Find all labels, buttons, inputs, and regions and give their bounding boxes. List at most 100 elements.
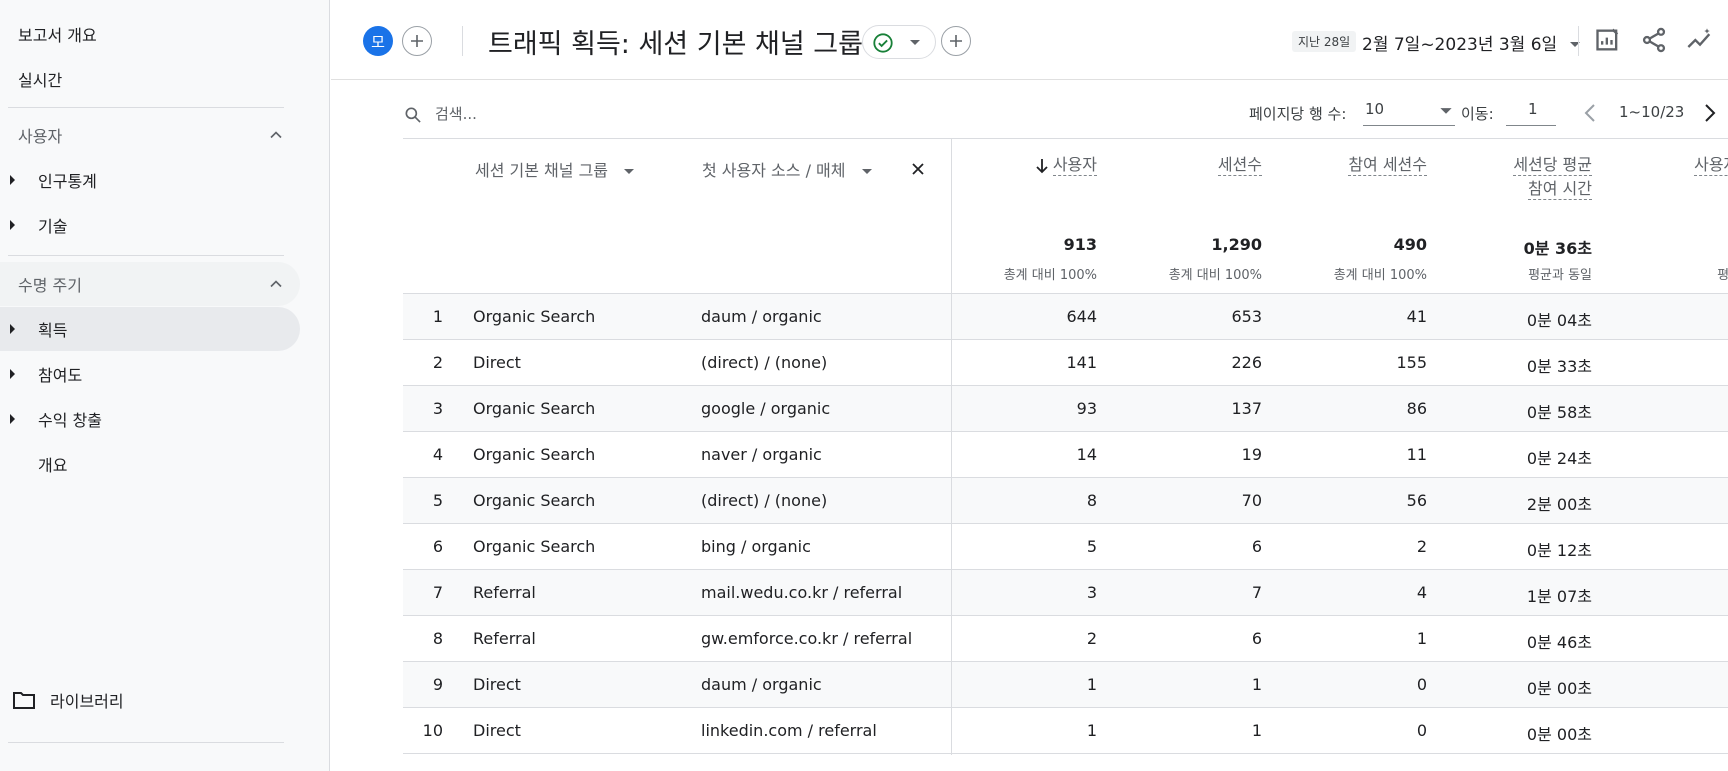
rows-per-page-value: 10 (1365, 100, 1385, 118)
table-row[interactable]: 5 Organic Search (direct) / (none) 8 70 56 2분 … (403, 478, 1728, 524)
metric-header-sessions[interactable]: 세션수 (1217, 153, 1262, 177)
cell-channel-group: Direct (473, 353, 521, 372)
chevron-right-icon[interactable] (1703, 103, 1717, 123)
metric-header-per-user[interactable]: 사용자당 세 (1694, 153, 1728, 201)
cell-sessions: 70 (1241, 491, 1262, 510)
cell-source-medium: daum / organic (701, 675, 822, 694)
nav-realtime[interactable]: 실시간 (18, 67, 62, 91)
avatar[interactable]: 모 (363, 26, 393, 56)
row-index: 6 (432, 537, 443, 556)
cell-channel-group: Direct (473, 721, 521, 740)
nav-engagement[interactable]: 참여도 (0, 352, 300, 396)
metric-header-sessions-label: 세션수 (1217, 155, 1262, 176)
nav-demographics-label: 인구통계 (38, 172, 97, 191)
dim1-header[interactable]: 세션 기본 채널 그룹 (475, 157, 635, 181)
sidebar-divider (8, 107, 284, 108)
cell-channel-group: Referral (473, 583, 536, 602)
nav-acquisition[interactable]: 획득 (0, 307, 300, 351)
total-engaged-sub: 총계 대비 100% (1333, 268, 1427, 283)
table-row[interactable]: 8 Referral gw.emforce.co.kr / referral 2 6 1 0… (403, 616, 1728, 662)
sidebar-divider (8, 255, 284, 256)
cell-users: 3 (1086, 583, 1097, 602)
cell-source-medium: (direct) / (none) (701, 353, 828, 372)
expand-arrow-icon (10, 175, 15, 185)
insights-icon[interactable] (1686, 26, 1714, 54)
table-row[interactable]: 4 Organic Search naver / organic 14 19 11 0분 2… (403, 432, 1728, 478)
cell-channel-group: Organic Search (473, 307, 596, 326)
cell-engaged-sessions: 0 (1416, 675, 1427, 694)
pagination-label: 1~10/23 (1619, 103, 1685, 121)
cell-users: 93 (1076, 399, 1097, 418)
expand-arrow-icon (10, 324, 15, 334)
table-row[interactable]: 7 Referral mail.wedu.co.kr / referral 3 7 4 1분… (403, 570, 1728, 616)
cell-channel-group: Organic Search (473, 491, 596, 510)
close-icon[interactable] (910, 161, 926, 177)
cell-avg-engagement: 1분 07초 (1526, 587, 1592, 606)
cell-avg-engagement: 0분 46초 (1526, 633, 1592, 652)
expand-arrow-icon (10, 414, 15, 424)
caret-down-icon (910, 40, 920, 45)
cell-users: 5 (1086, 537, 1097, 556)
cell-engaged-sessions: 155 (1396, 353, 1427, 372)
nav-overview[interactable]: 개요 (0, 442, 300, 486)
cell-users: 8 (1086, 491, 1097, 510)
row-index: 7 (432, 583, 443, 602)
add-filter-button[interactable] (941, 26, 971, 56)
table-row[interactable]: 10 Direct linkedin.com / referral 1 1 0 0분 00초… (403, 708, 1728, 754)
nav-demographics[interactable]: 인구통계 (0, 158, 300, 202)
status-dropdown[interactable] (862, 25, 936, 59)
goto-page-input[interactable]: 1 (1506, 98, 1556, 126)
cell-source-medium: bing / organic (701, 537, 811, 556)
sort-down-arrow-icon (1036, 158, 1048, 173)
add-comparison-button[interactable] (402, 26, 432, 56)
nav-overview-label: 개요 (38, 456, 68, 475)
section-lifecycle-label: 수명 주기 (18, 276, 82, 295)
row-index: 5 (432, 491, 443, 510)
table-row[interactable]: 1 Organic Search daum / organic 644 653 41 0분 … (403, 294, 1728, 340)
nav-monetization[interactable]: 수익 창출 (0, 397, 300, 441)
metric-header-users[interactable]: 사용자 (1035, 153, 1097, 177)
cell-users: 14 (1076, 445, 1097, 464)
row-index: 10 (422, 721, 443, 740)
nav-acquisition-label: 획득 (38, 321, 68, 340)
cell-sessions: 7 (1251, 583, 1262, 602)
cell-avg-engagement: 2분 00초 (1526, 495, 1592, 514)
section-lifecycle[interactable]: 수명 주기 (0, 262, 300, 306)
cell-sessions: 226 (1231, 353, 1262, 372)
sidebar: 보고서 개요 실시간 사용자 인구통계 기술 수명 주기 획득 참여도 수익 창… (0, 0, 330, 771)
cell-engaged-sessions: 1 (1416, 629, 1427, 648)
chevron-up-icon (270, 280, 282, 288)
caret-down-icon (1440, 108, 1452, 114)
table-row[interactable]: 3 Organic Search google / organic 93 137 86 0분… (403, 386, 1728, 432)
date-range-picker[interactable]: 2월 7일~2023년 3월 6일 (1362, 30, 1581, 55)
metric-header-avg-engagement[interactable]: 세션당 평균 참여 시간 (1513, 153, 1592, 201)
table-row[interactable]: 9Directdaum / organic1100분 00초0 (403, 662, 1728, 708)
dim2-header[interactable]: 첫 사용자 소스 / 매체 (702, 157, 873, 181)
search-input[interactable]: 검색... (435, 103, 477, 124)
cell-source-medium: mail.wedu.co.kr / referral (701, 583, 903, 602)
edit-report-icon[interactable] (1594, 26, 1622, 54)
cell-sessions: 6 (1251, 537, 1262, 556)
cell-avg-engagement: 0분 24초 (1526, 449, 1592, 468)
dimension-divider (951, 138, 952, 755)
cell-sessions: 1 (1251, 721, 1262, 740)
table-row[interactable]: 2Direct(direct) / (none)1412261550분 33초1 (403, 340, 1728, 386)
cell-engaged-sessions: 4 (1416, 583, 1427, 602)
rows-per-page-select[interactable]: 10 (1363, 98, 1455, 126)
section-users[interactable]: 사용자 (8, 113, 300, 157)
metric-header-engaged-sessions[interactable]: 참여 세션수 (1348, 153, 1427, 177)
nav-reports-overview[interactable]: 보고서 개요 (18, 22, 97, 46)
chevron-left-icon[interactable] (1583, 103, 1597, 123)
search-icon (405, 107, 421, 123)
cell-users: 2 (1086, 629, 1097, 648)
cell-avg-engagement: 0분 12초 (1526, 541, 1592, 560)
nav-library[interactable]: 라이브러리 (12, 688, 124, 712)
total-sessions: 1,290 (1211, 235, 1262, 254)
share-icon[interactable] (1640, 26, 1668, 54)
nav-library-label: 라이브러리 (50, 692, 124, 711)
table-row[interactable]: 6Organic Searchbing / organic5620분 12초0 (403, 524, 1728, 570)
nav-tech[interactable]: 기술 (0, 203, 300, 247)
cell-sessions: 1 (1251, 675, 1262, 694)
cell-sessions: 137 (1231, 399, 1262, 418)
metric-header-avg-l2: 참여 시간 (1528, 179, 1592, 200)
